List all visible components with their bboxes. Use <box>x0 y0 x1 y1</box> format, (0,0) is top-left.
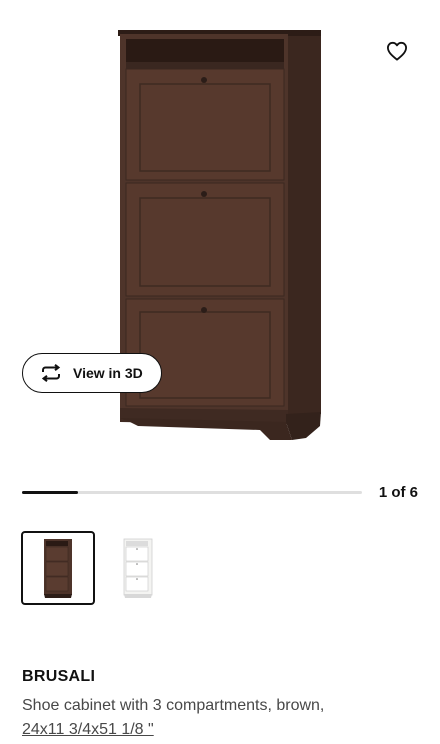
view-in-3d-button[interactable]: View in 3D <box>22 353 162 393</box>
image-counter: 1 of 6 <box>378 484 418 501</box>
product-dimensions-link[interactable]: 24x11 3/4x51 1/8 " <box>22 721 154 738</box>
heart-icon <box>386 41 408 66</box>
thumbnail-brown-image <box>44 539 72 598</box>
gallery-progress-bar[interactable] <box>22 491 362 494</box>
product-description-block: Shoe cabinet with 3 compartments, brown,… <box>22 694 324 742</box>
thumbnail-brown[interactable] <box>21 531 95 605</box>
thumbnail-white[interactable] <box>101 531 175 605</box>
view-in-3d-label: View in 3D <box>73 365 143 381</box>
product-description: Shoe cabinet with 3 compartments, brown, <box>22 697 325 714</box>
product-image-gallery[interactable]: View in 3D <box>0 0 440 470</box>
favorite-button[interactable] <box>380 36 414 70</box>
rotate-arrows-icon <box>39 363 65 383</box>
gallery-progress-fill <box>22 491 79 494</box>
product-name: BRUSALI <box>22 668 96 685</box>
thumbnail-white-image <box>123 538 153 598</box>
